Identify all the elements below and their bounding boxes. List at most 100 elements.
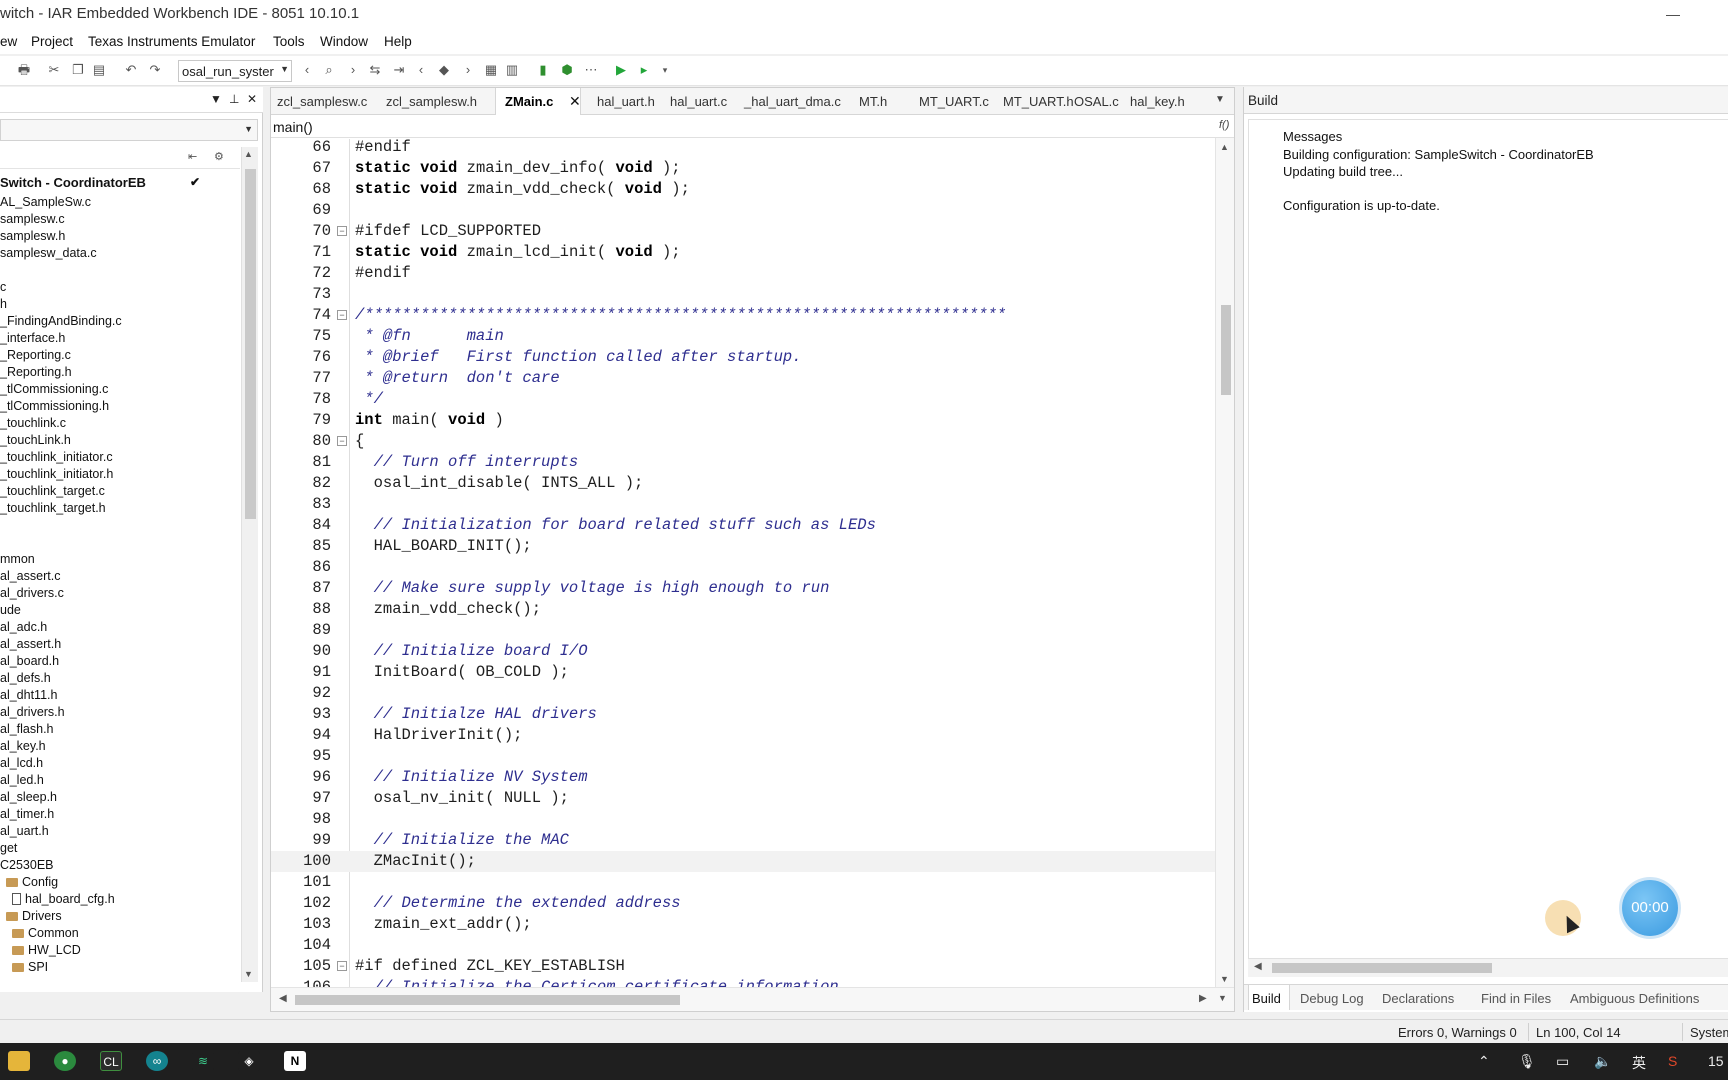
next-bookmark-icon[interactable]: › (459, 61, 477, 79)
code-line[interactable]: 100 ZMacInit(); (271, 851, 1215, 872)
editor-tab[interactable]: zcl_samplesw.c (277, 94, 367, 109)
menu-project[interactable]: Project (31, 34, 73, 49)
fold-toggle-icon[interactable]: − (337, 961, 347, 971)
editor-tab[interactable]: MT_UART.h (1003, 94, 1074, 109)
tree-item[interactable]: _touchlink_initiator.h (0, 467, 113, 484)
code-line[interactable]: 94 HalDriverInit(); (271, 725, 1215, 746)
breakpoint-icon[interactable]: ⋯ (582, 61, 600, 79)
function-list-icon[interactable]: f() (1219, 119, 1229, 131)
minimize-icon[interactable]: — (1664, 6, 1682, 24)
output-tab[interactable]: Debug Log (1300, 991, 1364, 1006)
tree-item[interactable]: _touchLink.h (0, 433, 71, 450)
tree-item[interactable]: _Reporting.c (0, 348, 71, 365)
debug-icon[interactable]: ⬢ (558, 61, 576, 79)
code-line[interactable]: 69 (271, 200, 1215, 221)
code-line[interactable]: 87 // Make sure supply voltage is high e… (271, 578, 1215, 599)
code-line[interactable]: 102 // Determine the extended address (271, 893, 1215, 914)
code-line[interactable]: 88 zmain_vdd_check(); (271, 599, 1215, 620)
build-messages[interactable]: Messages Building configuration: SampleS… (1248, 119, 1728, 959)
microphone-icon[interactable]: 🎙 (1518, 1053, 1536, 1070)
tree-group[interactable]: hal_board_cfg.h (12, 892, 115, 909)
output-tab[interactable]: Declarations (1382, 991, 1454, 1006)
editor-tab[interactable]: _hal_uart_dma.c (744, 94, 841, 109)
code-line[interactable]: 96 // Initialize NV System (271, 767, 1215, 788)
tree-group[interactable]: HW_LCD (12, 943, 81, 960)
code-line[interactable]: 106 // Initialize the Certicom certifica… (271, 977, 1215, 987)
cut-icon[interactable]: ✂ (45, 61, 63, 79)
editor-tab[interactable]: MT.h (859, 94, 887, 109)
scrollbar-thumb[interactable] (295, 995, 680, 1005)
panel-menu-icon[interactable]: ▼ (210, 92, 222, 106)
clion-icon[interactable]: CL (100, 1051, 122, 1071)
build-message[interactable]: Updating build tree... (1283, 164, 1403, 179)
bookmark-icon[interactable]: ◆ (435, 61, 453, 79)
tab-overflow-icon[interactable]: ▼ (1215, 94, 1225, 105)
tree-item[interactable]: al_drivers.c (0, 586, 64, 603)
file-compile-icon[interactable]: ▦ (482, 61, 500, 79)
editor-tab[interactable]: ZMain.c (505, 94, 553, 109)
tree-item[interactable]: c (0, 280, 6, 297)
download-icon[interactable]: ▮ (534, 61, 552, 79)
code-line[interactable]: 70− #ifdef LCD_SUPPORTED (271, 221, 1215, 242)
tree-item[interactable]: al_assert.h (0, 637, 61, 654)
tree-item[interactable]: AL_SampleSw.c (0, 195, 91, 212)
copy-icon[interactable]: ❐ (69, 61, 87, 79)
tree-item[interactable]: al_adc.h (0, 620, 47, 637)
tree-item[interactable]: al_led.h (0, 773, 44, 790)
paste-icon[interactable]: ▤ (90, 61, 108, 79)
code-line[interactable]: 103 zmain_ext_addr(); (271, 914, 1215, 935)
tree-item[interactable]: al_board.h (0, 654, 59, 671)
code-line[interactable]: 83 (271, 494, 1215, 515)
file-explorer-icon[interactable] (8, 1051, 30, 1071)
code-line[interactable]: 80−{ (271, 431, 1215, 452)
code-line[interactable]: 104 (271, 935, 1215, 956)
scroll-left-icon[interactable]: ◀ (279, 993, 287, 1004)
collapse-icon[interactable]: ⇤ (188, 150, 197, 163)
tree-item[interactable]: al_lcd.h (0, 756, 43, 773)
fold-toggle-icon[interactable]: − (337, 226, 347, 236)
close-icon[interactable]: ✕ (247, 92, 257, 106)
code-line[interactable]: 76 * @brief First function called after … (271, 347, 1215, 368)
tree-item[interactable]: _touchlink_target.c (0, 484, 105, 501)
find-icon[interactable]: ⌕ (320, 61, 338, 79)
code-line[interactable]: 85 HAL_BOARD_INIT(); (271, 536, 1215, 557)
pin-icon[interactable]: ⊥ (229, 92, 239, 106)
scroll-down-icon[interactable]: ▼ (1218, 993, 1227, 1003)
scrollbar-thumb[interactable] (245, 169, 256, 519)
build-horizontal-scrollbar[interactable]: ◀ (1248, 959, 1728, 977)
chrome-icon[interactable]: ● (54, 1051, 76, 1071)
editor-tab[interactable]: hal_key.h (1130, 94, 1185, 109)
scrollbar-thumb[interactable] (1221, 305, 1231, 395)
editor-tab[interactable]: hal_uart.c (670, 94, 727, 109)
code-line[interactable]: 77 * @return don't care (271, 368, 1215, 389)
code-line[interactable]: 86 (271, 557, 1215, 578)
output-tab[interactable]: Ambiguous Definitions (1570, 991, 1699, 1006)
code-line[interactable]: 72 #endif (271, 263, 1215, 284)
tree-item[interactable]: _touchlink_initiator.c (0, 450, 113, 467)
build-message[interactable]: Building configuration: SampleSwitch - C… (1283, 147, 1594, 162)
indent-icon[interactable]: ⇥ (390, 61, 408, 79)
tree-item[interactable]: _touchlink.c (0, 416, 66, 433)
code-line[interactable]: 105− #if defined ZCL_KEY_ESTABLISH (271, 956, 1215, 977)
output-tab[interactable]: Find in Files (1481, 991, 1551, 1006)
code-line[interactable]: 91 InitBoard( OB_COLD ); (271, 662, 1215, 683)
tree-item[interactable]: samplesw_data.c (0, 246, 97, 263)
toolbar-overflow-icon[interactable]: ▾ (656, 61, 674, 79)
code-line[interactable]: 75 * @fn main (271, 326, 1215, 347)
tree-item[interactable]: _tlCommissioning.c (0, 382, 108, 399)
scroll-left-icon[interactable]: ◀ (1254, 961, 1262, 972)
tree-item[interactable]: al_assert.c (0, 569, 60, 586)
menu-tools[interactable]: Tools (273, 34, 305, 49)
editor-tab[interactable]: hal_uart.h (597, 94, 655, 109)
code-line[interactable]: 73 (271, 284, 1215, 305)
code-line[interactable]: 97 osal_nv_init( NULL ); (271, 788, 1215, 809)
code-line[interactable]: 101 (271, 872, 1215, 893)
tree-item[interactable]: al_drivers.h (0, 705, 65, 722)
code-line[interactable]: 82 osal_int_disable( INTS_ALL ); (271, 473, 1215, 494)
nav-back-icon[interactable]: ‹ (298, 61, 316, 79)
output-tab[interactable]: Build (1252, 991, 1281, 1006)
scroll-up-icon[interactable]: ▲ (1220, 142, 1229, 152)
code-line[interactable]: 74−/************************************… (271, 305, 1215, 326)
code-line[interactable]: 79 int main( void ) (271, 410, 1215, 431)
fold-toggle-icon[interactable]: − (337, 436, 347, 446)
